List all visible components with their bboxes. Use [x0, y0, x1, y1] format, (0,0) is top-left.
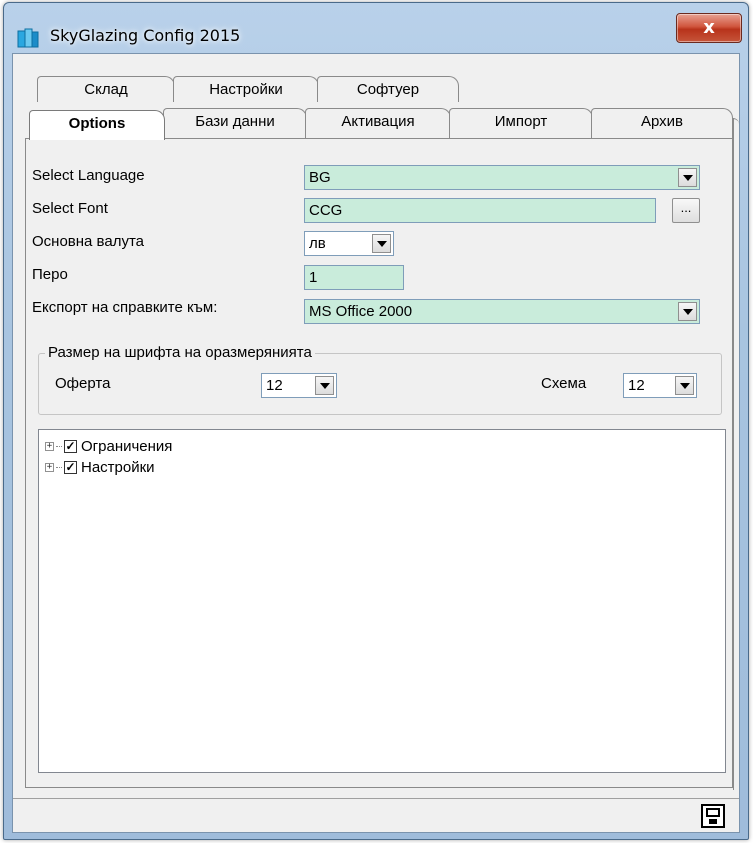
offer-size-select[interactable]: 12 — [261, 373, 337, 398]
expand-icon[interactable]: + — [45, 441, 54, 451]
tab-bazi-danni[interactable]: Бази данни — [163, 108, 307, 138]
export-value: MS Office 2000 — [309, 303, 413, 320]
tab-import[interactable]: Импорт — [449, 108, 593, 138]
pen-field[interactable]: 1 — [304, 265, 404, 290]
offer-size-value: 12 — [266, 377, 283, 394]
tab-sklad[interactable]: Склад — [37, 76, 175, 102]
tab-options[interactable]: Options — [29, 110, 165, 140]
export-select[interactable]: MS Office 2000 — [304, 299, 700, 324]
chevron-down-icon[interactable] — [678, 168, 697, 187]
options-panel: Select Language BG Select Font CCG ... О… — [25, 138, 733, 788]
currency-select[interactable]: лв — [304, 231, 394, 256]
font-value: CCG — [309, 202, 343, 219]
language-value: BG — [309, 169, 331, 186]
app-icon — [17, 27, 39, 49]
tab-label: Архив — [640, 113, 684, 130]
close-icon: x — [703, 17, 715, 38]
tree-node[interactable]: + ✓ Ограничения — [45, 436, 172, 456]
export-label: Експорт на справките към: — [32, 299, 218, 316]
save-button[interactable] — [701, 804, 725, 828]
checkbox-icon[interactable]: ✓ — [64, 439, 77, 453]
chevron-down-icon[interactable] — [678, 302, 697, 321]
tab-label: Настройки — [209, 81, 283, 98]
tab-softuer[interactable]: Софтуер — [317, 76, 459, 102]
tree-node-label: Настройки — [81, 458, 155, 476]
chevron-down-icon[interactable] — [372, 234, 391, 253]
tree-node[interactable]: + ✓ Настройки — [45, 457, 155, 477]
checkbox-icon[interactable]: ✓ — [64, 460, 77, 474]
floppy-disk-icon — [706, 808, 720, 824]
chevron-down-icon[interactable] — [315, 376, 334, 395]
app-window: SkyGlazing Config 2015 x Склад Настройки… — [3, 2, 749, 840]
scheme-size-value: 12 — [628, 377, 645, 394]
tab-nastroiki[interactable]: Настройки — [173, 76, 319, 102]
font-size-group: Размер на шрифта на оразмерянията Оферта… — [38, 344, 722, 415]
title-bar[interactable]: SkyGlazing Config 2015 x — [4, 3, 748, 59]
expand-icon[interactable]: + — [45, 462, 54, 472]
font-label: Select Font — [32, 200, 108, 217]
tree-node-label: Ограничения — [81, 437, 173, 455]
language-label: Select Language — [32, 167, 145, 184]
tab-label: Софтуер — [356, 81, 420, 98]
client-area: Склад Настройки Софтуер Options Бази дан… — [12, 53, 740, 833]
scheme-label: Схема — [541, 375, 587, 392]
tab-label: Активация — [341, 113, 415, 130]
scheme-size-select[interactable]: 12 — [623, 373, 697, 398]
tree-connector — [56, 466, 62, 468]
pen-label: Перо — [32, 266, 68, 283]
tab-aktivatsia[interactable]: Активация — [305, 108, 451, 138]
currency-value: лв — [309, 235, 326, 252]
browse-font-button[interactable]: ... — [672, 198, 700, 223]
chevron-down-icon[interactable] — [675, 376, 694, 395]
tab-label: Options — [68, 115, 126, 132]
ellipsis-icon: ... — [680, 200, 692, 215]
font-field[interactable]: CCG — [304, 198, 656, 223]
group-legend: Размер на шрифта на оразмерянията — [45, 344, 315, 361]
settings-tree[interactable]: + ✓ Ограничения + ✓ Настройки — [38, 429, 726, 773]
pen-value: 1 — [309, 269, 318, 286]
currency-label: Основна валута — [32, 233, 144, 250]
tab-label: Склад — [84, 81, 128, 98]
tab-strip-edge — [733, 118, 739, 790]
tree-connector — [56, 445, 62, 447]
window-title: SkyGlazing Config 2015 — [50, 26, 241, 45]
tab-label: Импорт — [494, 113, 548, 130]
language-select[interactable]: BG — [304, 165, 700, 190]
close-button[interactable]: x — [676, 13, 742, 43]
offer-label: Оферта — [55, 375, 111, 392]
tab-label: Бази данни — [195, 113, 275, 130]
status-bar — [13, 798, 739, 832]
tab-arhiv[interactable]: Архив — [591, 108, 733, 138]
